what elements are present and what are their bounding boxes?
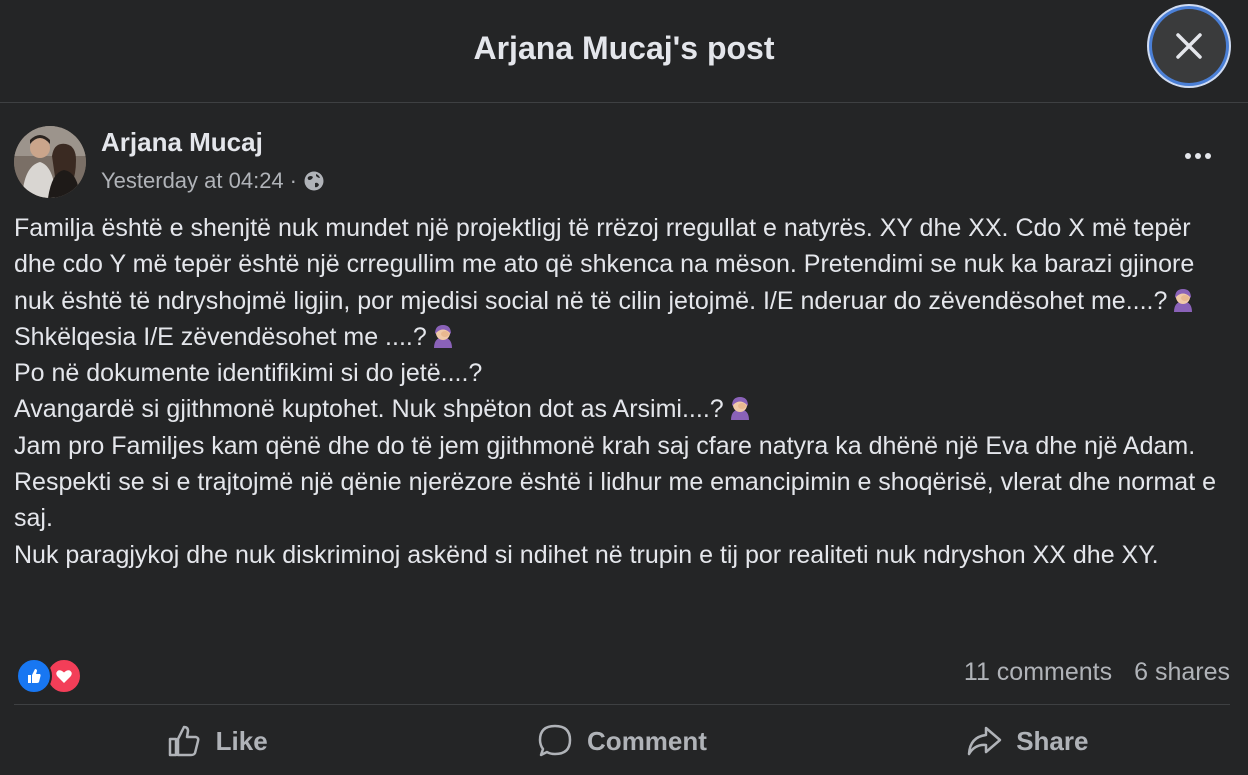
comment-icon bbox=[538, 724, 572, 757]
author-name[interactable]: Arjana Mucaj bbox=[101, 127, 263, 158]
share-icon bbox=[967, 726, 1002, 756]
post-header: Arjana Mucaj Yesterday at 04:24 · bbox=[14, 124, 1234, 198]
more-dot bbox=[1185, 153, 1191, 159]
avatar[interactable] bbox=[14, 126, 86, 198]
post-dialog: Arjana Mucaj's post Arjana Mucaj Yesterd… bbox=[0, 0, 1248, 775]
woman-facepalming-emoji bbox=[730, 397, 749, 421]
comment-button[interactable]: Comment bbox=[419, 710, 824, 772]
post-paragraph: Shkëlqesia I/E zëvendësohet me ....? bbox=[14, 319, 1236, 355]
dialog-header: Arjana Mucaj's post bbox=[0, 0, 1248, 103]
dialog-title: Arjana Mucaj's post bbox=[473, 29, 775, 66]
post-stats: 11 comments 6 shares bbox=[14, 654, 1230, 694]
globe-icon[interactable] bbox=[303, 170, 325, 192]
post-paragraph: Avangardë si gjithmonë kuptohet. Nuk shp… bbox=[14, 391, 1236, 427]
post-paragraph: Nuk paragjykoj dhe nuk diskriminoj askën… bbox=[14, 540, 1159, 569]
comment-label: Comment bbox=[587, 725, 707, 756]
post-meta: Yesterday at 04:24 · bbox=[101, 168, 325, 194]
woman-facepalming-emoji bbox=[433, 324, 452, 348]
reaction-summary[interactable] bbox=[16, 658, 86, 694]
post-paragraph: Jam pro Familjes kam qënë dhe do të jem … bbox=[14, 431, 1216, 533]
share-label: Share bbox=[1016, 725, 1089, 756]
comments-count[interactable]: 11 comments bbox=[964, 658, 1112, 687]
like-button[interactable]: Like bbox=[14, 710, 419, 772]
post-text: Familja është e shenjtë nuk mundet një p… bbox=[14, 210, 1236, 573]
post-paragraph: Familja është e shenjtë nuk mundet një p… bbox=[14, 210, 1236, 319]
close-icon bbox=[1176, 33, 1202, 59]
more-options-button[interactable] bbox=[1166, 138, 1230, 174]
profile-photo bbox=[14, 126, 86, 198]
like-label: Like bbox=[215, 725, 268, 756]
actions-divider bbox=[14, 704, 1230, 705]
thumbs-up-icon bbox=[168, 725, 200, 757]
close-button[interactable] bbox=[1152, 9, 1226, 83]
like-reaction-icon bbox=[16, 658, 52, 694]
more-dot bbox=[1205, 153, 1211, 159]
timestamp[interactable]: Yesterday at 04:24 bbox=[101, 168, 284, 194]
post-actions: Like Comment Share bbox=[14, 710, 1230, 772]
woman-facepalming-emoji bbox=[1174, 288, 1193, 312]
post-paragraph: Po në dokumente identifikimi si do jetë.… bbox=[14, 359, 483, 388]
shares-count[interactable]: 6 shares bbox=[1134, 658, 1230, 687]
more-dot bbox=[1195, 153, 1201, 159]
share-button[interactable]: Share bbox=[825, 710, 1230, 772]
engagement-counts: 11 comments 6 shares bbox=[964, 658, 1230, 687]
meta-separator: · bbox=[289, 168, 297, 193]
